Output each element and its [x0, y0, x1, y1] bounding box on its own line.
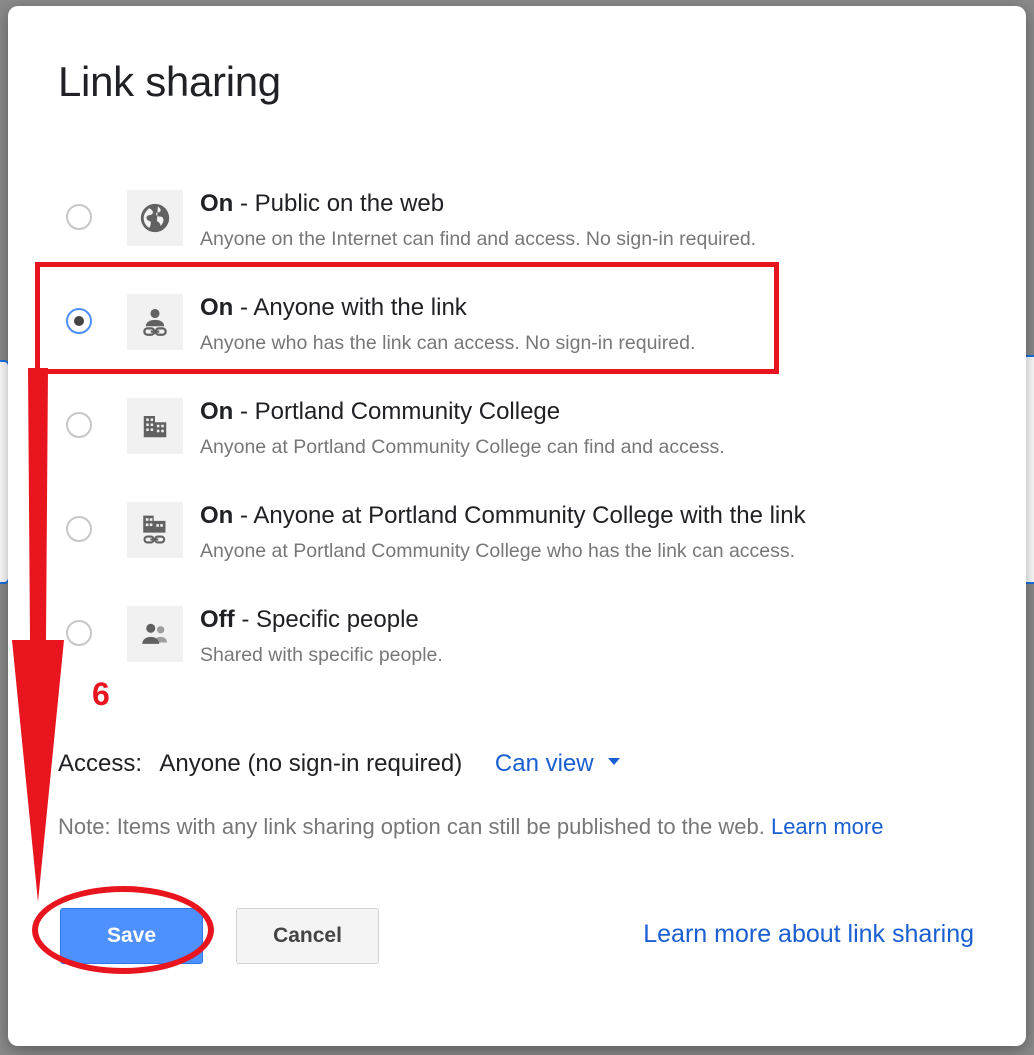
option-title: On - Anyone with the link [200, 294, 467, 321]
people-icon [127, 606, 183, 662]
option-description: Shared with specific people. [200, 644, 443, 666]
annotation-step-number: 6 [92, 676, 110, 712]
radio-specific-people[interactable] [66, 620, 92, 646]
access-label: Access: [58, 750, 143, 777]
globe-icon [127, 190, 183, 246]
option-description: Anyone at Portland Community College who… [200, 540, 796, 562]
access-value: Anyone (no sign-in required) [159, 750, 463, 777]
publish-note: Note: Items with any link sharing option… [58, 814, 883, 840]
radio-anyone-with-link[interactable] [66, 308, 92, 334]
permission-dropdown-label: Can view [494, 750, 594, 777]
option-title: On - Anyone at Portland Community Colleg… [200, 502, 806, 529]
person-link-icon [127, 294, 183, 350]
option-title: Off - Specific people [200, 606, 419, 633]
option-description: Anyone on the Internet can find and acce… [200, 228, 757, 250]
option-description: Anyone who has the link can access. No s… [200, 332, 696, 354]
radio-organization[interactable] [66, 412, 92, 438]
option-title: On - Public on the web [200, 190, 445, 217]
radio-public-on-web[interactable] [66, 204, 92, 230]
option-organization[interactable]: On - Portland Community College Anyone a… [8, 398, 1008, 478]
option-organization-with-link[interactable]: On - Anyone at Portland Community Colleg… [8, 502, 1008, 582]
option-description: Anyone at Portland Community College can… [200, 436, 725, 458]
option-title: On - Portland Community College [200, 398, 561, 425]
note-text: Note: Items with any link sharing option… [58, 814, 771, 839]
building-icon [127, 398, 183, 454]
cancel-button[interactable]: Cancel [236, 908, 379, 964]
option-public-on-web[interactable]: On - Public on the web Anyone on the Int… [8, 190, 1008, 270]
option-anyone-with-link[interactable]: On - Anyone with the link Anyone who has… [8, 294, 1008, 374]
radio-organization-with-link[interactable] [66, 516, 92, 542]
permission-dropdown[interactable]: Can view [495, 750, 620, 777]
learn-more-link[interactable]: Learn more [771, 814, 884, 839]
dialog-title: Link sharing [58, 58, 281, 105]
option-specific-people[interactable]: Off - Specific people Shared with specif… [8, 606, 1008, 686]
caret-down-icon [607, 758, 620, 766]
link-sharing-dialog: Link sharing On - Public on the web Anyo… [8, 6, 1026, 1046]
access-row: Access: Anyone (no sign-in required) Can… [58, 750, 620, 778]
building-link-icon [127, 502, 183, 558]
learn-more-about-link-sharing-link[interactable]: Learn more about link sharing [643, 920, 974, 949]
save-button[interactable]: Save [60, 908, 203, 964]
